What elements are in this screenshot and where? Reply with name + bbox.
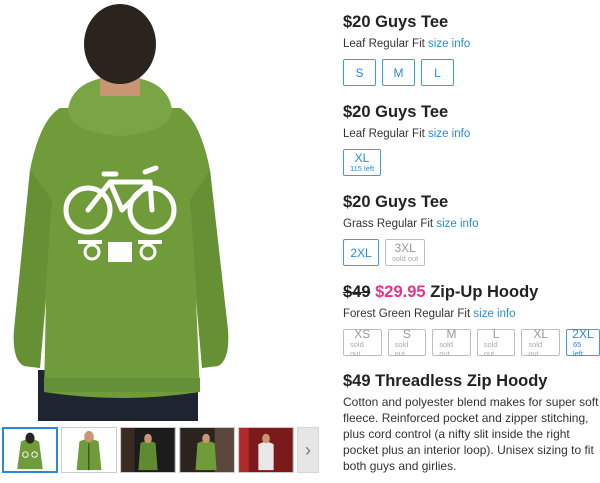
sold-out-note: sold out — [392, 254, 419, 263]
product-name: Guys Tee — [375, 193, 449, 211]
size-option-l[interactable]: L — [421, 59, 454, 86]
size-options: S M L — [343, 59, 470, 86]
stock-note: 115 left — [350, 164, 375, 173]
size-label: 3XL — [394, 241, 416, 255]
chevron-right-icon[interactable]: › — [297, 427, 319, 473]
size-info-link[interactable]: size info — [428, 38, 470, 50]
fit-line: Forest Green Regular Fit size info — [343, 307, 600, 321]
product-price: $20 — [343, 13, 371, 31]
fit-line: Grass Regular Fit size info — [343, 217, 479, 231]
sale-price: $29.95 — [375, 283, 426, 301]
thumb-back-view[interactable] — [2, 427, 58, 473]
fit-line: Leaf Regular Fit size info — [343, 127, 470, 141]
product-title: $20 Guys Tee — [343, 192, 479, 212]
product-guys-tee-leaf-1: $20 Guys Tee Leaf Regular Fit size info … — [343, 12, 470, 86]
product-description: $49 Threadless Zip Hoody Cotton and poly… — [343, 371, 600, 474]
size-label: 2XL — [350, 245, 372, 260]
size-label: XS — [354, 326, 371, 341]
fit-line: Leaf Regular Fit size info — [343, 37, 470, 51]
size-options: XS sold out S sold out M sold out L sold… — [343, 326, 600, 358]
sold-out-note: sold out — [350, 339, 364, 358]
product-name: Guys Tee — [375, 13, 449, 31]
size-option-2xl[interactable]: 2XL — [343, 239, 379, 266]
size-info-link[interactable]: size info — [436, 218, 478, 230]
size-label: 2XL — [572, 326, 594, 341]
size-option-xs-sold-out: XS sold out — [343, 326, 382, 358]
size-label: S — [355, 65, 364, 80]
size-option-xl-sold-out: XL sold out — [521, 326, 560, 358]
size-label: S — [402, 326, 411, 341]
description-text: Cotton and polyester blend makes for sup… — [343, 395, 599, 473]
size-option-s[interactable]: S — [343, 59, 376, 86]
product-price: $20 — [343, 103, 371, 121]
size-info-link[interactable]: size info — [473, 308, 515, 320]
size-option-m[interactable]: M — [382, 59, 415, 86]
product-title: $20 Guys Tee — [343, 12, 470, 32]
thumb-front-view[interactable] — [61, 427, 117, 473]
product-name: Guys Tee — [375, 103, 449, 121]
description-title: $49 Threadless Zip Hoody — [343, 372, 548, 390]
product-zip-up-hoody: $49 $29.95 Zip-Up Hoody Forest Green Reg… — [343, 282, 600, 358]
sold-out-note: sold out — [439, 339, 453, 358]
product-guys-tee-grass: $20 Guys Tee Grass Regular Fit size info… — [343, 192, 479, 266]
stock-note: 65 left — [572, 339, 583, 358]
size-label: M — [393, 65, 404, 80]
fit-name: Grass Regular Fit — [343, 218, 434, 230]
size-label: L — [434, 65, 441, 80]
product-name: Zip-Up Hoody — [430, 283, 539, 301]
fit-name: Forest Green Regular Fit — [343, 308, 471, 320]
hoodie-model-back-illustration — [13, 4, 229, 421]
size-option-xl[interactable]: XL 115 left — [343, 149, 382, 176]
size-options: XL 115 left — [343, 149, 470, 176]
size-option-m-sold-out: M sold out — [432, 326, 471, 358]
thumbnail-strip: › — [2, 427, 319, 475]
size-label: XL — [354, 151, 370, 165]
product-guys-tee-leaf-2: $20 Guys Tee Leaf Regular Fit size info … — [343, 102, 470, 176]
size-info-link[interactable]: size info — [428, 128, 470, 140]
next-thumbnails-glyph: › — [305, 439, 311, 460]
thumb-red-scene[interactable] — [238, 427, 294, 473]
sold-out-note: sold out — [528, 339, 543, 358]
fit-name: Leaf Regular Fit — [343, 38, 425, 50]
size-option-l-sold-out: L sold out — [476, 326, 516, 358]
size-label: XL — [533, 326, 549, 341]
product-main-image[interactable] — [0, 0, 240, 421]
sold-out-note: sold out — [483, 339, 498, 358]
size-option-2xl[interactable]: 2XL 65 left — [565, 326, 600, 358]
fit-name: Leaf Regular Fit — [343, 128, 425, 140]
size-label: M — [446, 326, 457, 341]
size-option-s-sold-out: S sold out — [387, 326, 427, 358]
thumb-dark-scene[interactable] — [120, 427, 176, 473]
original-price: $49 — [343, 283, 371, 301]
size-label: L — [492, 326, 500, 341]
size-option-3xl-sold-out: 3XL sold out — [385, 239, 426, 266]
size-options: 2XL 3XL sold out — [343, 239, 479, 266]
product-title: $20 Guys Tee — [343, 102, 470, 122]
product-price: $20 — [343, 193, 371, 211]
thumb-outdoor-scene[interactable] — [179, 427, 235, 473]
product-title: $49 $29.95 Zip-Up Hoody — [343, 282, 600, 302]
sold-out-note: sold out — [394, 339, 409, 358]
